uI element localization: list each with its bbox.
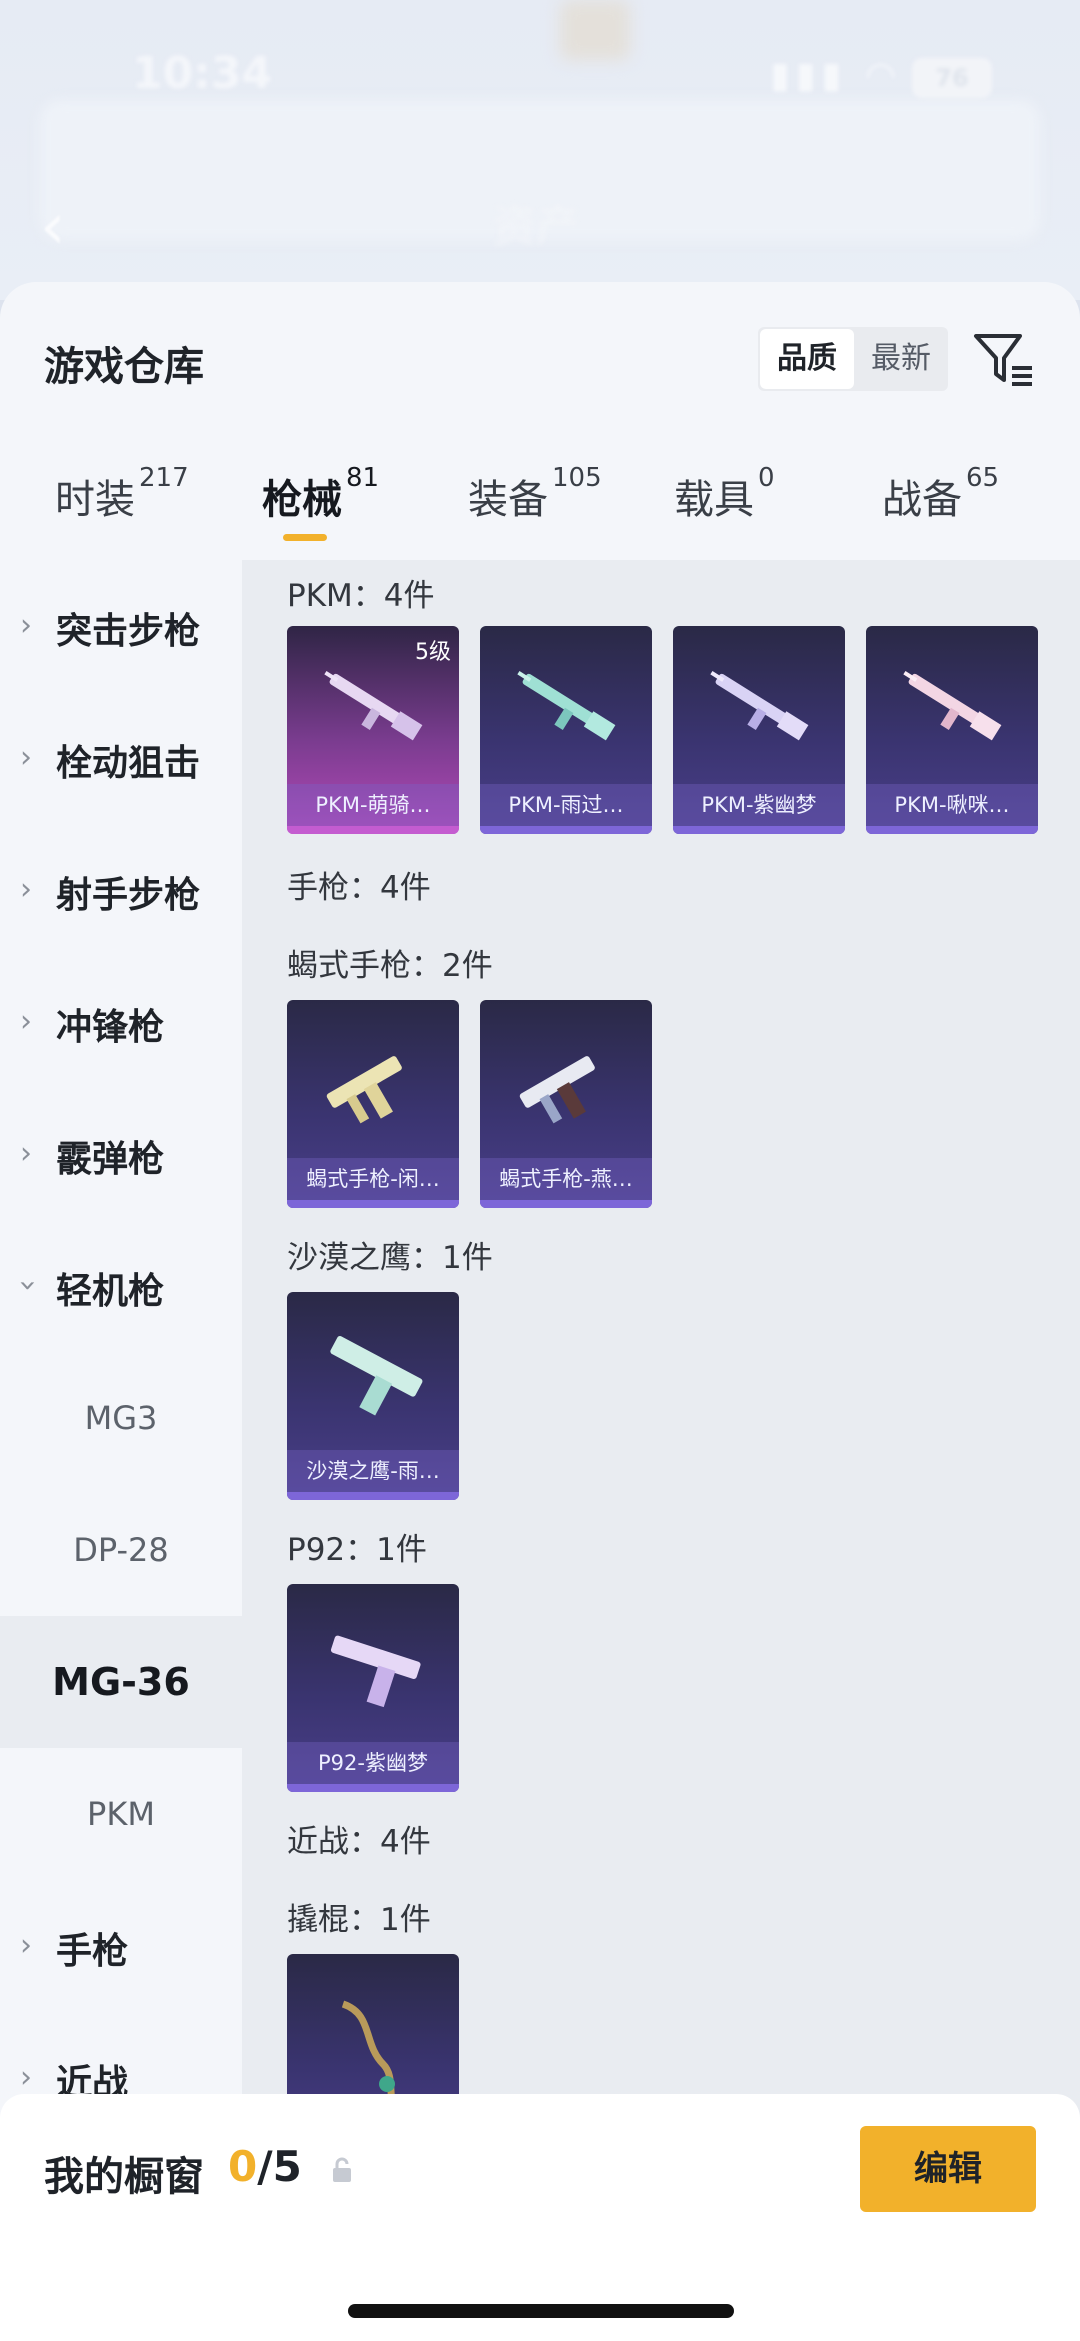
item-name: 蝎式手枪-闲… — [287, 1158, 459, 1200]
edit-button[interactable]: 编辑 — [860, 2126, 1036, 2212]
warehouse-title: 游戏仓库 — [44, 344, 204, 390]
item-name: 蝎式手枪-燕… — [480, 1158, 652, 1200]
chevron-right-icon: › — [20, 1928, 32, 1963]
chevron-right-icon: › — [20, 608, 32, 643]
sidebar-item-smg[interactable]: › 冲锋枪 — [0, 956, 242, 1088]
rarity-strip — [287, 1784, 459, 1792]
chevron-right-icon: › — [20, 1136, 32, 1171]
item-card[interactable]: 蝎式手枪-燕… — [480, 1000, 652, 1208]
rarity-strip — [480, 826, 652, 834]
sidebar-item-pistol[interactable]: › 手枪 — [0, 1880, 242, 2012]
rarity-strip — [287, 826, 459, 834]
gun-image-icon — [330, 1635, 421, 1708]
tab-guns[interactable]: 枪械 81 — [262, 463, 379, 527]
group-header-scorpion: 蝎式手枪：2件 — [287, 948, 493, 984]
notification-blob — [560, 0, 630, 60]
sidebar-item-marksman-rifle[interactable]: › 射手步枪 — [0, 824, 242, 956]
gun-image-icon — [517, 671, 616, 741]
chevron-right-icon: › — [20, 872, 32, 907]
status-time: 10:34 — [132, 48, 273, 99]
tab-equipment[interactable]: 装备 105 — [468, 463, 602, 527]
showcase-count: 0/5 — [228, 2142, 302, 2191]
sidebar-item-bolt-sniper[interactable]: › 栓动狙击 — [0, 692, 242, 824]
gun-image-icon — [326, 1056, 402, 1124]
sidebar-sub-mg3[interactable]: MG3 — [0, 1352, 242, 1484]
gun-image-icon — [519, 1056, 595, 1124]
category-sidebar: › 突击步枪 › 栓动狙击 › 射手步枪 › 冲锋枪 › 霰弹枪 › 轻机枪 MG3 DP-… — [0, 560, 242, 2341]
gun-image-icon — [903, 671, 1002, 741]
item-name: P92-紫幽梦 — [287, 1742, 459, 1784]
sidebar-sub-dp28[interactable]: DP-28 — [0, 1484, 242, 1616]
lock-icon — [333, 2157, 351, 2182]
item-grid: PKM：4件 5级 PKM-萌骑… PKM-雨过… PKM-紫幽梦 PKM-啾咪… — [242, 560, 1080, 2341]
group-header-crowbar: 撬棍：1件 — [287, 1902, 431, 1938]
showcase-label: 我的橱窗 — [44, 2154, 204, 2200]
back-icon[interactable]: ‹ — [40, 190, 66, 264]
item-card[interactable]: PKM-雨过… — [480, 626, 652, 834]
group-header-p92: P92：1件 — [287, 1532, 427, 1568]
sidebar-item-lmg[interactable]: › 轻机枪 — [0, 1220, 242, 1352]
item-name: 沙漠之鹰-雨… — [287, 1450, 459, 1492]
group-header-melee: 近战：4件 — [287, 1824, 431, 1860]
gun-image-icon — [710, 671, 809, 741]
sidebar-item-assault-rifle[interactable]: › 突击步枪 — [0, 560, 242, 692]
sidebar-item-shotgun[interactable]: › 霰弹枪 — [0, 1088, 242, 1220]
chevron-right-icon: › — [20, 2060, 32, 2095]
gun-image-icon — [330, 1336, 423, 1416]
item-name: PKM-萌骑… — [287, 784, 459, 826]
sidebar-sub-mg36[interactable]: MG-36 — [0, 1616, 242, 1748]
chevron-right-icon: › — [20, 1004, 32, 1039]
tab-underline — [283, 534, 327, 541]
rarity-strip — [287, 1492, 459, 1500]
rarity-strip — [866, 826, 1038, 834]
chevron-right-icon: › — [20, 740, 32, 775]
filter-icon[interactable] — [972, 330, 1034, 388]
item-card[interactable]: 沙漠之鹰-雨… — [287, 1292, 459, 1500]
rarity-strip — [287, 1200, 459, 1208]
blurred-header: 10:34 ▮▮▮ ◠ 76 ‹ 资产 — [0, 0, 1080, 300]
item-name: PKM-紫幽梦 — [673, 784, 845, 826]
rarity-strip — [673, 826, 845, 834]
home-indicator — [348, 2304, 734, 2318]
chevron-down-icon: › — [10, 1279, 46, 1292]
sort-toggle: 品质 最新 — [758, 327, 948, 391]
group-header-desert-eagle: 沙漠之鹰：1件 — [287, 1240, 493, 1276]
tab-fashion[interactable]: 时装 217 — [55, 463, 189, 527]
signal-wifi-icon: ▮▮▮ ◠ — [770, 55, 903, 96]
battery-icon: 76 — [912, 58, 992, 98]
tab-vehicles[interactable]: 载具 0 — [674, 463, 775, 527]
item-card[interactable]: PKM-啾咪… — [866, 626, 1038, 834]
page-title: 资产 — [492, 201, 580, 252]
sort-quality[interactable]: 品质 — [760, 329, 854, 389]
tab-supplies[interactable]: 战备 65 — [882, 463, 999, 527]
gun-image-icon — [324, 671, 423, 741]
warehouse-sheet: 游戏仓库 品质 最新 时装 217 枪械 81 装备 105 载具 0 战备 65 › 突击… — [0, 282, 1080, 2341]
item-card[interactable]: PKM-紫幽梦 — [673, 626, 845, 834]
item-card[interactable]: 5级 PKM-萌骑… — [287, 626, 459, 834]
sidebar-sub-pkm[interactable]: PKM — [0, 1748, 242, 1880]
item-name: PKM-啾咪… — [866, 784, 1038, 826]
group-header-pistol: 手枪：4件 — [287, 870, 431, 906]
item-card[interactable]: P92-紫幽梦 — [287, 1584, 459, 1792]
rarity-strip — [480, 1200, 652, 1208]
item-card[interactable]: 蝎式手枪-闲… — [287, 1000, 459, 1208]
sort-newest[interactable]: 最新 — [854, 327, 948, 391]
group-header-pkm: PKM：4件 — [287, 578, 435, 614]
item-name: PKM-雨过… — [480, 784, 652, 826]
